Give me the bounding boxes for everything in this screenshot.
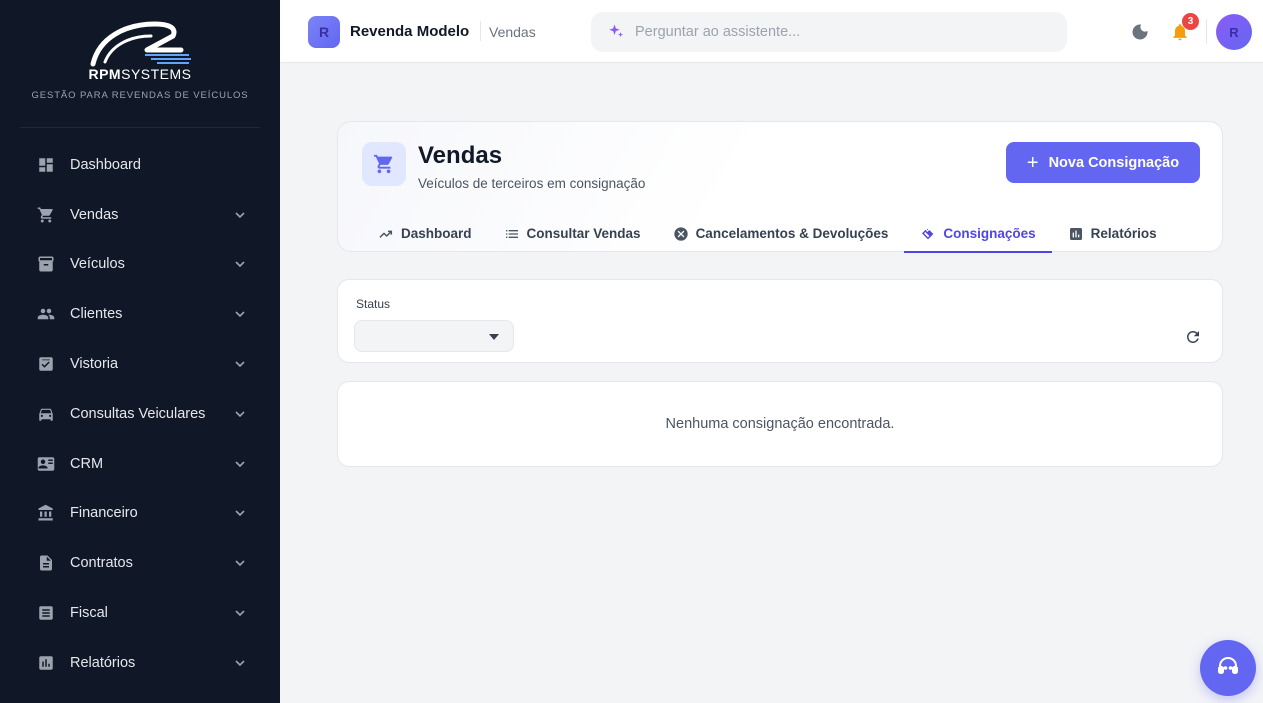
sidebar-item-label: Veículos [70,256,125,273]
refresh-icon[interactable] [1184,328,1202,346]
page-subtitle: Veículos de terceiros em consignação [418,176,646,191]
chevron-down-icon [234,308,246,320]
list-icon [504,226,520,242]
tab-consultar-vendas[interactable]: Consultar Vendas [488,216,657,253]
new-consignment-button[interactable]: + Nova Consignação [1006,142,1200,183]
assistant-input[interactable] [635,24,1055,40]
support-chat-button[interactable] [1200,640,1256,696]
document-icon [36,553,56,573]
page-title: Vendas [418,142,503,169]
sidebar-item-clientes[interactable]: Clientes [0,289,280,339]
bank-icon [36,503,56,523]
sidebar-item-label: Consultas Veiculares [70,405,206,422]
page-tabs: Dashboard Consultar Vendas Cancelamentos… [362,216,1173,253]
tab-consignacoes[interactable]: Consignações [904,216,1052,253]
store-name[interactable]: Revenda Modelo [350,23,469,40]
dashboard-icon [36,155,56,175]
tab-relatorios[interactable]: Relatórios [1052,216,1173,253]
sidebar-item-crm[interactable]: CRM [0,439,280,489]
tab-label: Consultar Vendas [526,226,641,241]
checklist-icon [36,354,56,374]
sparkle-icon [607,22,627,42]
breadcrumb: Vendas [489,24,536,40]
chevron-down-icon [234,358,246,370]
store-avatar[interactable]: R [308,16,340,48]
moon-icon[interactable] [1130,22,1150,42]
report-icon [1068,226,1084,242]
chevron-down-icon [234,507,246,519]
sidebar-item-financeiro[interactable]: Financeiro [0,489,280,539]
sidebar-item-vistoria[interactable]: Vistoria [0,339,280,389]
chevron-down-icon [234,458,246,470]
page-header-card: Vendas Veículos de terceiros em consigna… [337,121,1223,253]
user-avatar[interactable]: R [1216,14,1252,50]
chevron-down-icon [234,657,246,669]
chevron-down-icon [234,209,246,221]
topbar-divider [1206,19,1207,44]
car-icon [36,404,56,424]
sidebar-item-fiscal[interactable]: Fiscal [0,588,280,638]
rpm-logo-icon [90,21,191,67]
tab-label: Relatórios [1090,226,1157,241]
caret-down-icon [489,334,499,340]
logo-wordmark: RPMSYSTEMS [88,66,192,82]
sidebar: RPMSYSTEMS GESTÃO PARA REVENDAS DE VEÍCU… [0,0,280,703]
plus-icon: + [1026,151,1039,174]
sidebar-item-label: Fiscal [70,605,108,622]
topbar: R Revenda Modelo Vendas 3 R [280,0,1263,63]
tab-label: Cancelamentos & Devoluções [695,226,889,241]
empty-state-message: Nenhuma consignação encontrada. [665,416,895,432]
consignments-list: Nenhuma consignação encontrada. [337,381,1223,467]
notification-badge: 3 [1182,13,1199,30]
chevron-down-icon [234,408,246,420]
handshake-icon [920,226,936,242]
archive-icon [36,254,56,274]
sidebar-item-label: CRM [70,455,104,472]
sidebar-item-label: Financeiro [70,505,138,522]
sidebar-nav: Dashboard Vendas Veículos Clientes Visto… [0,128,280,688]
trending-up-icon [378,226,394,242]
sidebar-item-label: Contratos [70,555,133,572]
receipt-icon [36,603,56,623]
tab-cancelamentos-devolucoes[interactable]: Cancelamentos & Devoluções [657,216,905,253]
chevron-down-icon [234,607,246,619]
cancel-icon [673,226,689,242]
cart-icon [36,205,56,225]
bar-chart-icon [36,653,56,673]
sidebar-item-consultas-veiculares[interactable]: Consultas Veiculares [0,389,280,439]
status-label: Status [356,297,391,311]
sidebar-item-relatorios[interactable]: Relatórios [0,638,280,688]
sidebar-item-label: Vendas [70,206,119,223]
tab-label: Consignações [943,226,1036,241]
sidebar-item-dashboard[interactable]: Dashboard [0,140,280,190]
chevron-down-icon [234,258,246,270]
cart-icon [362,142,406,186]
status-select[interactable] [354,320,514,352]
assistant-search[interactable] [591,12,1067,52]
chevron-down-icon [234,557,246,569]
sidebar-item-label: Relatórios [70,654,136,671]
sidebar-item-label: Vistoria [70,356,119,373]
tab-label: Dashboard [401,226,472,241]
sidebar-item-contratos[interactable]: Contratos [0,538,280,588]
headset-icon [1216,654,1240,683]
sidebar-item-veiculos[interactable]: Veículos [0,240,280,290]
sidebar-item-label: Clientes [70,306,123,323]
brand-logo[interactable]: RPMSYSTEMS GESTÃO PARA REVENDAS DE VEÍCU… [20,0,260,128]
filter-card: Status [337,279,1223,363]
contact-card-icon [36,454,56,474]
brand-tagline: GESTÃO PARA REVENDAS DE VEÍCULOS [31,90,249,101]
people-icon [36,304,56,324]
breadcrumb-divider [480,21,481,41]
sidebar-item-vendas[interactable]: Vendas [0,190,280,240]
sidebar-item-label: Dashboard [70,156,141,173]
tab-dashboard[interactable]: Dashboard [362,216,488,253]
new-consignment-label: Nova Consignação [1048,154,1180,171]
